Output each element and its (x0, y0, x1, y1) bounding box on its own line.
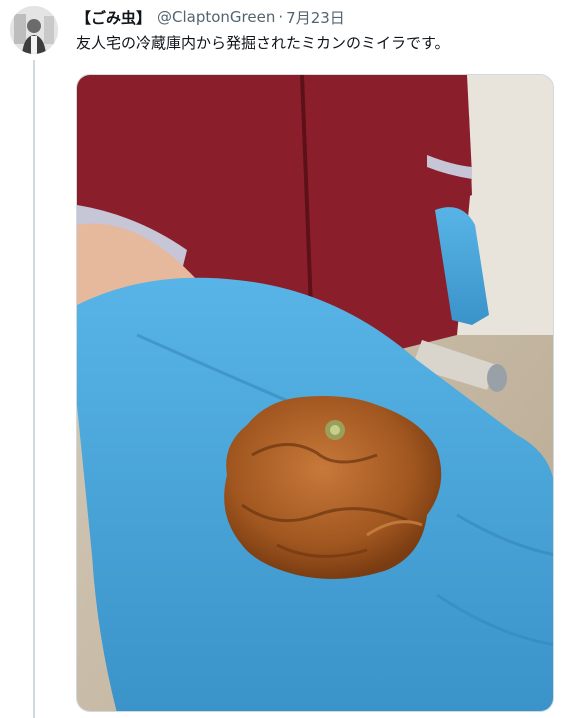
profile-photo-icon (10, 6, 58, 54)
photo-gloved-hand-holding-mummified-mandarin-icon (77, 75, 553, 711)
tweet-header: 【ごみ虫】 @ClaptonGreen · 7月23日 (76, 6, 345, 28)
thread-line (33, 60, 35, 718)
tweet-date[interactable]: 7月23日 (286, 7, 345, 28)
user-handle[interactable]: @ClaptonGreen (157, 8, 275, 26)
tweet[interactable]: 【ごみ虫】 @ClaptonGreen · 7月23日 友人宅の冷蔵庫内から発掘… (0, 0, 572, 718)
tweet-text: 友人宅の冷蔵庫内から発掘されたミカンのミイラです。 (76, 34, 450, 52)
avatar[interactable] (10, 6, 58, 54)
display-name[interactable]: 【ごみ虫】 (76, 7, 151, 28)
separator-dot: · (278, 8, 284, 26)
tweet-image[interactable] (76, 74, 554, 712)
